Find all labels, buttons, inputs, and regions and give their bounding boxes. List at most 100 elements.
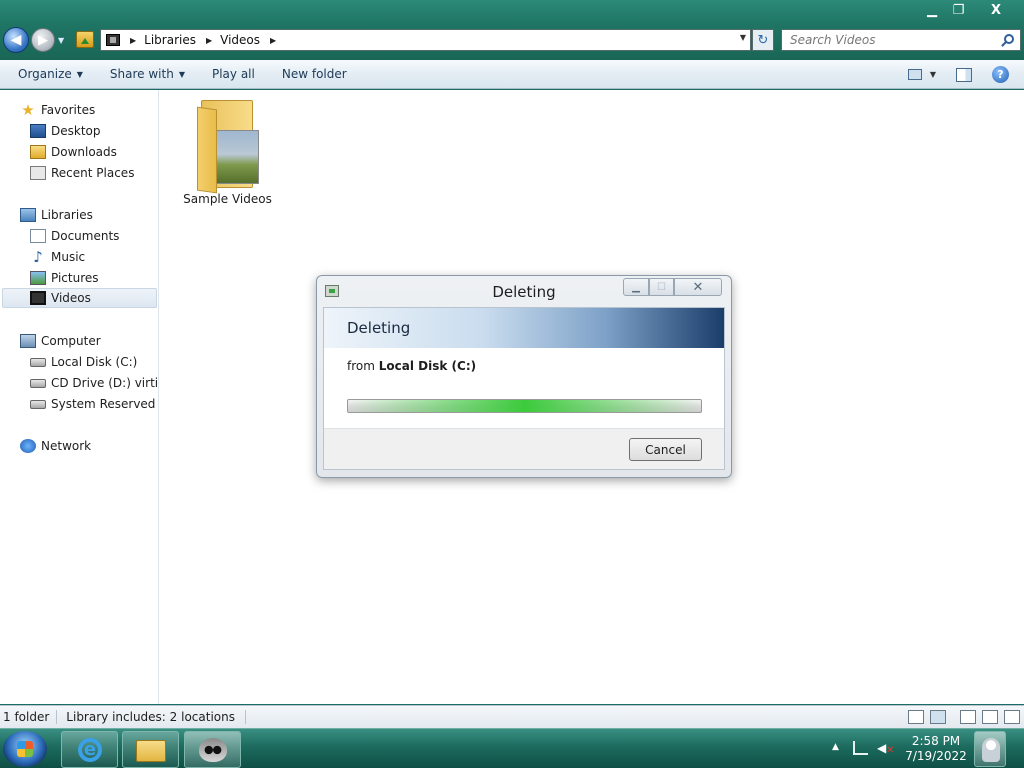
pictures-icon: [30, 271, 46, 285]
dialog-close-button[interactable]: ✕: [674, 278, 722, 296]
progress-bar: [347, 399, 702, 413]
back-arrow-icon: ◀: [10, 32, 22, 48]
taskbar-internet-explorer[interactable]: e: [61, 731, 118, 768]
sidebar-item-system-reserved[interactable]: System Reserved (E:): [30, 394, 158, 414]
taskbar-active-app[interactable]: [184, 731, 241, 768]
dialog-footer: Cancel: [324, 428, 724, 469]
new-folder-button[interactable]: New folder: [273, 67, 356, 81]
forward-arrow-icon: ▶: [38, 32, 48, 48]
volume-muted-icon: ✕: [886, 745, 895, 756]
sidebar-item-videos[interactable]: Videos: [2, 288, 157, 308]
cd-drive-icon: [30, 378, 46, 388]
hard-disk-icon: [30, 357, 46, 367]
views-dropdown-icon[interactable]: ▼: [930, 70, 936, 79]
sidebar-item-label: Recent Places: [51, 166, 135, 180]
show-hidden-icons-icon[interactable]: ▲: [832, 742, 839, 752]
help-icon[interactable]: ?: [992, 66, 1009, 83]
breadcrumb-arrow-icon[interactable]: ▶: [270, 36, 276, 45]
sidebar-item-cd-drive[interactable]: CD Drive (D:) virtio-w: [30, 373, 158, 393]
sidebar-item-network[interactable]: Network: [20, 436, 91, 456]
sidebar-item-label: Network: [41, 439, 92, 453]
sidebar-item-computer[interactable]: Computer: [20, 331, 101, 351]
raccoon-app-icon: [199, 738, 227, 762]
details-view-icon[interactable]: [908, 710, 924, 724]
address-bar[interactable]: ▶ Libraries ▶ Videos ▶ ▼: [100, 29, 751, 51]
windows-logo-icon: [17, 741, 33, 757]
window-layout-icon[interactable]: [960, 710, 976, 724]
start-button[interactable]: [3, 731, 47, 767]
search-input[interactable]: Search Videos: [781, 29, 1021, 51]
videos-library-icon: [106, 34, 120, 46]
close-button[interactable]: X: [972, 0, 1020, 20]
command-bar-right: ▼ ?: [907, 60, 1024, 89]
folder-thumbnail: [214, 130, 259, 184]
user-tray-button[interactable]: [974, 731, 1006, 767]
dialog-titlebar[interactable]: Deleting ▁ ☐ ✕: [317, 276, 731, 306]
clock-date: 7/19/2022: [905, 749, 967, 763]
sidebar-item-desktop[interactable]: Desktop: [30, 121, 101, 141]
chevron-down-icon: ▼: [178, 69, 185, 79]
organize-label: Organize: [18, 67, 72, 81]
sidebar-item-recent-places[interactable]: Recent Places: [30, 163, 134, 183]
command-bar: Organize ▼ Share with ▼ Play all New folde…: [0, 60, 1024, 89]
minimize-button[interactable]: ▁: [919, 0, 945, 20]
share-with-button[interactable]: Share with ▼: [101, 67, 194, 81]
volume-icon[interactable]: ◀: [877, 741, 886, 755]
address-dropdown-icon[interactable]: ▼: [740, 33, 746, 42]
sidebar-item-music[interactable]: ♪ Music: [30, 247, 85, 267]
folder-icon: [136, 740, 166, 762]
sidebar-item-libraries[interactable]: Libraries: [20, 205, 93, 225]
dialog-maximize-button: ☐: [649, 278, 674, 296]
up-folder-icon[interactable]: [76, 31, 94, 48]
breadcrumb-videos[interactable]: Videos: [220, 33, 260, 47]
hard-disk-icon: [30, 399, 46, 409]
change-view-icon[interactable]: [907, 69, 922, 80]
breadcrumb-arrow-icon[interactable]: ▶: [130, 36, 136, 45]
back-button[interactable]: ◀: [3, 27, 29, 53]
cancel-button[interactable]: Cancel: [629, 438, 702, 461]
chevron-down-icon: ▼: [76, 69, 83, 79]
recent-places-icon: [30, 166, 46, 180]
folder-label: Sample Videos: [183, 192, 272, 206]
organize-button[interactable]: Organize ▼: [9, 67, 92, 81]
status-library-locations[interactable]: Library includes: 2 locations: [57, 710, 246, 724]
recent-pages-dropdown[interactable]: ▼: [58, 36, 64, 45]
forward-button[interactable]: ▶: [31, 28, 55, 52]
sidebar-item-local-disk[interactable]: Local Disk (C:): [30, 352, 137, 372]
search-placeholder: Search Videos: [790, 33, 876, 47]
breadcrumb-libraries[interactable]: Libraries: [144, 33, 196, 47]
dialog-body: Deleting from Local Disk (C:) Cancel: [323, 307, 725, 470]
taskbar-windows-explorer[interactable]: [122, 731, 179, 768]
sidebar-item-downloads[interactable]: Downloads: [30, 142, 117, 162]
dialog-header: Deleting: [324, 308, 724, 348]
clock[interactable]: 2:58 PM 7/19/2022: [898, 734, 974, 764]
from-location: Local Disk (C:): [378, 359, 477, 373]
sidebar-item-label: Documents: [51, 229, 120, 243]
breadcrumb-arrow-icon[interactable]: ▶: [206, 36, 212, 45]
libraries-icon: [20, 208, 36, 222]
sidebar-item-documents[interactable]: Documents: [30, 226, 119, 246]
sidebar-item-label: Downloads: [51, 145, 117, 159]
large-icons-view-icon[interactable]: [930, 710, 946, 724]
sidebar-item-label: Videos: [51, 291, 91, 305]
dialog-minimize-button[interactable]: ▁: [623, 278, 649, 296]
maximize-button[interactable]: ❐: [945, 0, 972, 20]
from-prefix: from: [347, 359, 375, 373]
network-tray-icon[interactable]: [853, 741, 868, 755]
search-icon[interactable]: [1004, 34, 1014, 44]
network-icon: [20, 439, 36, 453]
preview-pane-icon[interactable]: [956, 67, 972, 82]
star-icon: ★: [21, 101, 35, 119]
sidebar-item-label: System Reserved (E:): [51, 397, 158, 411]
window-split-icon[interactable]: [982, 710, 998, 724]
progress-fill: [348, 400, 701, 412]
clock-time: 2:58 PM: [911, 734, 961, 748]
play-all-button[interactable]: Play all: [203, 67, 264, 81]
sidebar-item-favorites[interactable]: ★ Favorites: [20, 100, 95, 120]
folder-item[interactable]: Sample Videos: [180, 98, 275, 206]
navigation-pane: ★ Favorites Desktop Downloads Recent Plac…: [0, 90, 159, 704]
videos-icon: [30, 291, 46, 305]
refresh-button[interactable]: ↻: [752, 29, 774, 51]
sidebar-item-pictures[interactable]: Pictures: [30, 268, 99, 288]
window-resize-icon[interactable]: [1004, 710, 1020, 724]
